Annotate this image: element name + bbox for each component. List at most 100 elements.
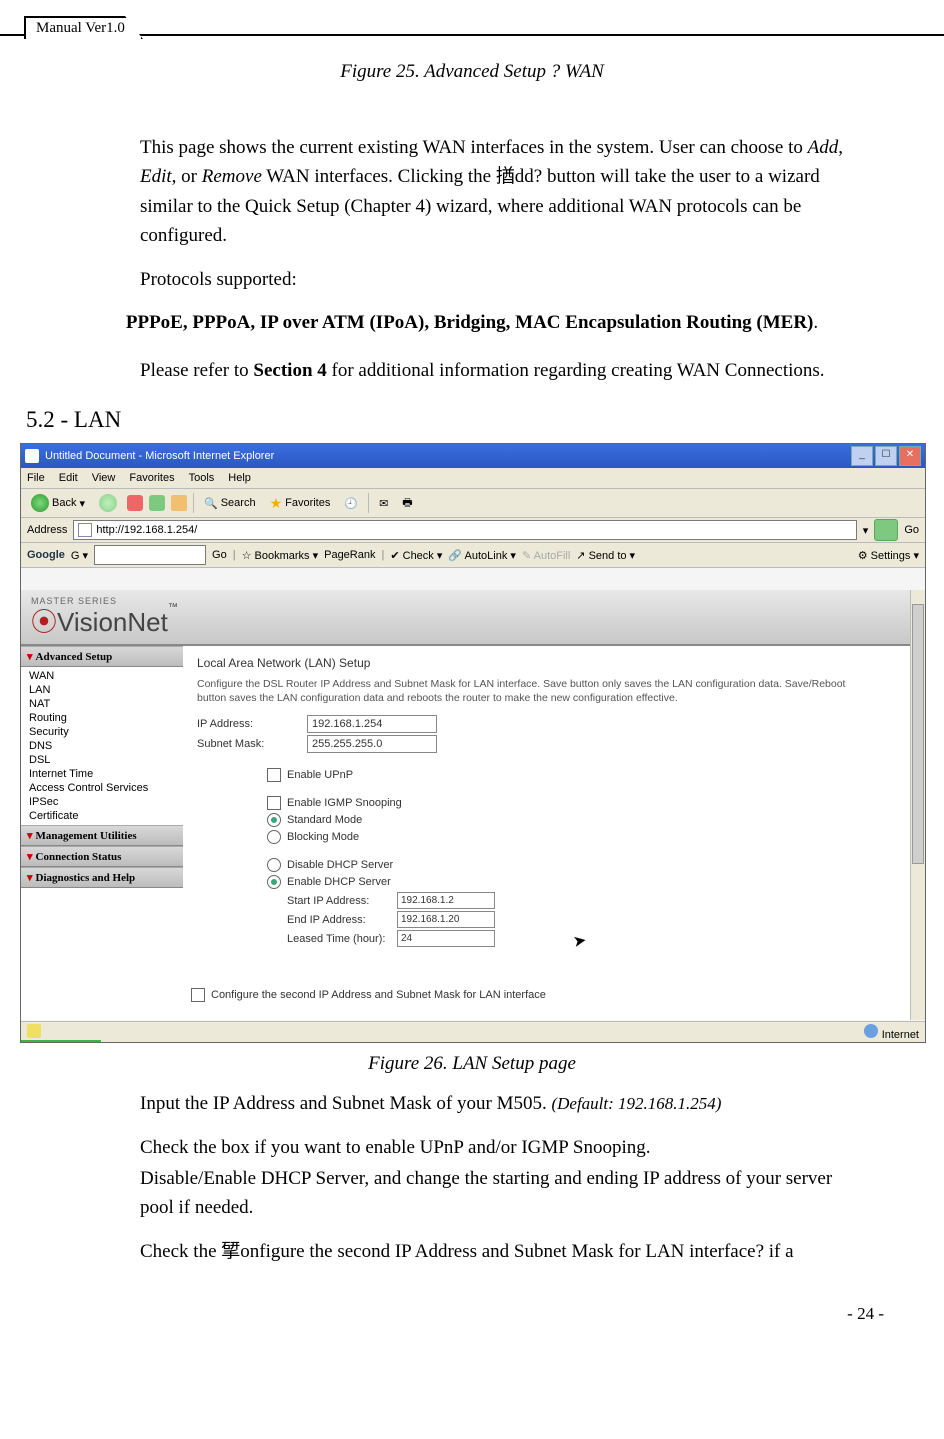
print-icon[interactable]: 🖶	[398, 492, 416, 515]
sidebar-item-routing[interactable]: Routing	[21, 711, 183, 725]
forward-button[interactable]	[95, 492, 121, 514]
home-icon[interactable]	[171, 495, 187, 511]
text: AutoLink	[465, 550, 508, 562]
scrollbar-thumb[interactable]	[912, 604, 924, 864]
google-label: Google	[27, 549, 65, 561]
menu-view[interactable]: View	[92, 472, 116, 484]
second-ip-checkbox[interactable]	[191, 988, 205, 1002]
enable-dhcp-radio[interactable]	[267, 875, 281, 889]
search-button[interactable]: 🔍 Search	[200, 495, 260, 512]
brand-logo: ⦿VisionNet™	[31, 602, 178, 639]
sidebar-item-nat[interactable]: NAT	[21, 697, 183, 711]
standard-mode-radio[interactable]	[267, 813, 281, 827]
text: Management Utilities	[36, 830, 137, 842]
mail-icon[interactable]: ✉	[375, 495, 392, 512]
google-autofill[interactable]: ✎ AutoFill	[522, 549, 570, 562]
separator	[368, 493, 369, 513]
enable-dhcp-label: Enable DHCP Server	[287, 876, 391, 888]
sidebar-item-certificate[interactable]: Certificate	[21, 809, 183, 823]
standard-mode-label: Standard Mode	[287, 814, 362, 826]
disable-dhcp-label: Disable DHCP Server	[287, 859, 393, 871]
upnp-checkbox[interactable]	[267, 768, 281, 782]
sidebar-item-security[interactable]: Security	[21, 725, 183, 739]
minimize-button[interactable]: _	[851, 446, 873, 466]
text: Settings	[871, 550, 911, 562]
separator	[193, 493, 194, 513]
text: Bookmarks	[255, 550, 310, 562]
page-icon	[78, 523, 92, 537]
ie-icon	[25, 449, 39, 463]
google-pagerank[interactable]: PageRank	[324, 549, 375, 561]
text: This page shows the current existing WAN…	[140, 137, 808, 158]
subnet-mask-input[interactable]: 255.255.255.0	[307, 735, 437, 753]
text: Send to	[589, 550, 627, 562]
favorites-button[interactable]: ★ Favorites	[266, 493, 335, 514]
menu-tools[interactable]: Tools	[189, 472, 215, 484]
menu-edit[interactable]: Edit	[59, 472, 78, 484]
forward-icon	[99, 494, 117, 512]
toolbar: Back ▾ 🔍 Search ★ Favorites 🕘 ✉ 🖶	[21, 489, 925, 518]
address-label: Address	[27, 524, 67, 536]
sidebar-item-ipsec[interactable]: IPSec	[21, 795, 183, 809]
google-settings[interactable]: ⚙ Settings ▾	[858, 549, 919, 562]
go-button[interactable]	[874, 519, 898, 541]
vertical-scrollbar[interactable]	[910, 590, 925, 1020]
menu-file[interactable]: File	[27, 472, 45, 484]
sidebar-item-access-control[interactable]: Access Control Services	[21, 781, 183, 795]
text: , or	[172, 166, 202, 187]
google-check[interactable]: ✔ Check ▾	[390, 549, 442, 562]
paragraph-protocols-label: Protocols supported:	[140, 265, 864, 294]
chevron-down-icon: ▾	[27, 651, 33, 663]
sidebar-item-internet-time[interactable]: Internet Time	[21, 767, 183, 781]
sidebar-item-dns[interactable]: DNS	[21, 739, 183, 753]
sidebar-heading-diagnostics[interactable]: ▾Diagnostics and Help	[21, 867, 183, 888]
refresh-icon[interactable]	[149, 495, 165, 511]
paragraph-wan-intro: This page shows the current existing WAN…	[140, 133, 864, 251]
google-sendto[interactable]: ↗ Send to ▾	[576, 549, 635, 562]
lease-time-input[interactable]: 24	[397, 930, 495, 947]
google-bookmarks[interactable]: ☆ Bookmarks ▾	[242, 549, 319, 562]
text: Advanced Setup	[36, 651, 113, 663]
back-button[interactable]: Back ▾	[27, 492, 89, 514]
paragraph-upnp-igmp: Check the box if you want to enable UPnP…	[140, 1133, 864, 1162]
header-manual-version: Manual Ver1.0	[24, 16, 143, 39]
google-toolbar: Google G ▾ Go | ☆ Bookmarks ▾ PageRank |…	[21, 543, 925, 568]
sidebar-item-wan[interactable]: WAN	[21, 669, 183, 683]
stop-icon[interactable]	[127, 495, 143, 511]
sidebar-item-lan[interactable]: LAN	[21, 683, 183, 697]
google-search-input[interactable]	[94, 545, 206, 565]
text: for additional information regarding cre…	[327, 360, 825, 381]
paragraph-input-ip: Input the IP Address and Subnet Mask of …	[140, 1089, 864, 1118]
address-input[interactable]: http://192.168.1.254/	[73, 520, 856, 540]
close-button[interactable]: ✕	[899, 446, 921, 466]
google-go-label[interactable]: Go	[212, 549, 227, 561]
router-sidebar: ▾Advanced Setup WAN LAN NAT Routing Secu…	[21, 646, 183, 1020]
end-ip-input[interactable]: 192.168.1.20	[397, 911, 495, 928]
paragraph-second-ip: Check the 揅onfigure the second IP Addres…	[140, 1237, 864, 1266]
page-number: - 24 -	[20, 1304, 884, 1324]
menu-favorites[interactable]: Favorites	[129, 472, 174, 484]
menu-help[interactable]: Help	[228, 472, 251, 484]
menu-bar: File Edit View Favorites Tools Help	[21, 468, 925, 489]
disable-dhcp-radio[interactable]	[267, 858, 281, 872]
header-rule	[0, 34, 944, 36]
browser-viewport: MASTER SERIES ⦿VisionNet™ ▾Advanced Setu…	[21, 590, 911, 1020]
figure-26-caption: Figure 26. LAN Setup page	[20, 1053, 924, 1075]
igmp-label: Enable IGMP Snooping	[287, 797, 402, 809]
maximize-button[interactable]: ☐	[875, 446, 897, 466]
google-autolink[interactable]: 🔗 AutoLink ▾	[448, 549, 516, 562]
figure-25-caption: Figure 25. Advanced Setup ? WAN	[20, 61, 924, 83]
sidebar-item-dsl[interactable]: DSL	[21, 753, 183, 767]
address-dropdown-icon[interactable]: ▾	[863, 524, 869, 537]
sidebar-heading-advanced[interactable]: ▾Advanced Setup	[21, 646, 183, 667]
history-button[interactable]: 🕘	[340, 495, 362, 512]
igmp-checkbox[interactable]	[267, 796, 281, 810]
text: Input the IP Address and Subnet Mask of …	[140, 1093, 551, 1114]
sidebar-heading-connection[interactable]: ▾Connection Status	[21, 846, 183, 867]
start-ip-input[interactable]: 192.168.1.2	[397, 892, 495, 909]
blocking-mode-radio[interactable]	[267, 830, 281, 844]
subnet-mask-label: Subnet Mask:	[197, 738, 307, 750]
ip-address-input[interactable]: 192.168.1.254	[307, 715, 437, 733]
star-icon: ★	[270, 495, 283, 512]
sidebar-heading-management[interactable]: ▾Management Utilities	[21, 825, 183, 846]
